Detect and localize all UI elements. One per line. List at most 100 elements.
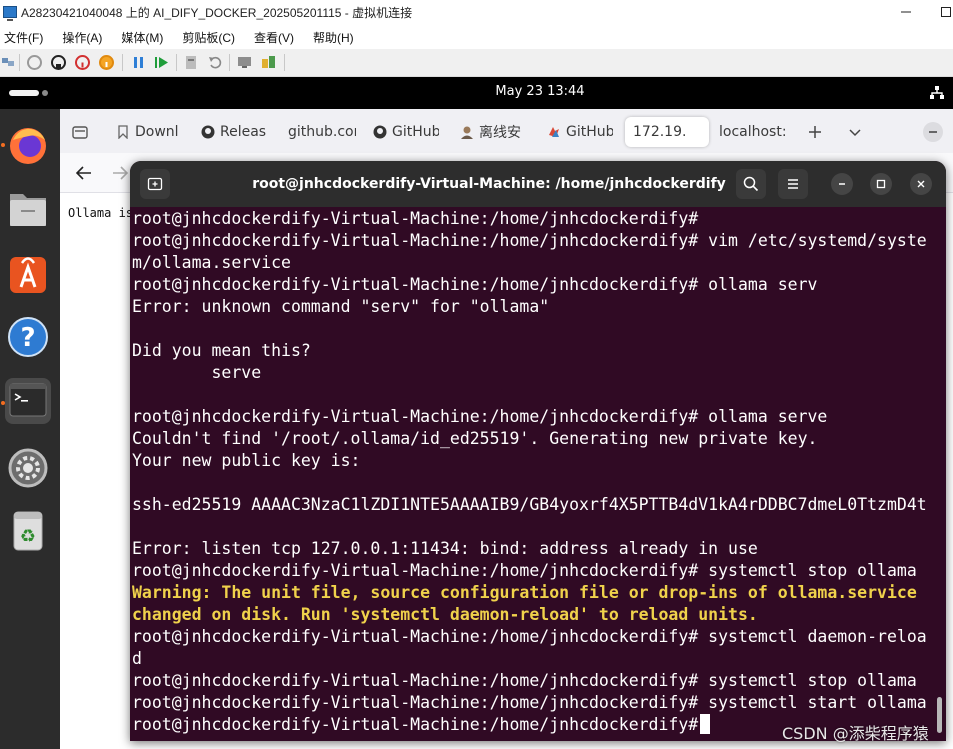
tab-label: github.cor: [288, 124, 356, 140]
text-cursor: [700, 714, 711, 734]
firefox-tab-strip: Downl Releas github.cor GitHub 离线安 GitHu…: [60, 109, 953, 153]
terminal-line: ssh-ed25519 AAAAC3NzaC1lZDI1NTE5AAAAIB9/…: [132, 495, 927, 514]
tab-overview-icon[interactable]: [72, 117, 92, 147]
terminal-output[interactable]: root@jnhcdockerdify-Virtual-Machine:/hom…: [130, 207, 946, 741]
terminal-warning-line: Warning: The unit file, source configura…: [132, 583, 917, 602]
terminal-line: root@jnhcdockerdify-Virtual-Machine:/hom…: [132, 561, 917, 580]
tab-label: GitHub: [392, 124, 439, 140]
menu-button[interactable]: [778, 169, 808, 199]
share-icon[interactable]: [261, 55, 276, 70]
tab-github-com[interactable]: github.cor: [288, 117, 356, 147]
ubuntu-top-bar: May 23 13:44: [0, 77, 953, 109]
terminal-line: root@jnhcdockerdify-Virtual-Machine:/hom…: [132, 627, 927, 646]
vm-connection-titlebar: A28230421040048 上的 AI_DIFY_DOCKER_202505…: [0, 0, 953, 24]
toolbar-separator: [176, 54, 177, 71]
turn-off-icon[interactable]: [51, 55, 66, 70]
search-button[interactable]: [736, 169, 766, 199]
maximize-button[interactable]: [870, 173, 892, 195]
minimize-icon[interactable]: [886, 0, 926, 24]
window-title: A28230421040048 上的 AI_DIFY_DOCKER_202505…: [21, 5, 413, 20]
terminal-line: root@jnhcdockerdify-Virtual-Machine:/hom…: [132, 275, 818, 294]
tab-label: 172.19.: [633, 124, 687, 140]
firefox-icon[interactable]: [5, 122, 51, 168]
tab-offline-install[interactable]: 离线安: [460, 117, 526, 147]
page-text: Ollama is: [68, 206, 134, 220]
github-icon: [201, 125, 215, 139]
terminal-header-bar: root@jnhcdockerdify-Virtual-Machine: /ho…: [130, 161, 946, 207]
hamburger-menu-icon: [788, 179, 798, 189]
checkpoint-icon[interactable]: [184, 55, 199, 70]
resume-icon[interactable]: [154, 55, 169, 70]
toolbar-separator: [19, 54, 20, 71]
network-icon[interactable]: [930, 85, 944, 99]
terminal-line: d: [132, 649, 142, 668]
download-icon: [118, 125, 128, 139]
tab-label: localhost:: [719, 124, 785, 140]
revert-icon[interactable]: [208, 55, 223, 70]
avatar-icon: [461, 126, 473, 139]
forward-arrow-icon[interactable]: [112, 165, 129, 185]
enhanced-session-icon[interactable]: [237, 55, 252, 70]
tab-172-19[interactable]: 172.19.: [625, 117, 709, 147]
menu-clipboard[interactable]: 剪贴板(C): [182, 29, 235, 46]
toolbar-separator: [122, 54, 123, 71]
help-icon[interactable]: ?: [5, 314, 51, 360]
terminal-line: serve: [132, 363, 262, 382]
start-icon[interactable]: [27, 55, 42, 70]
terminal-line: root@jnhcdockerdify-Virtual-Machine:/hom…: [132, 231, 927, 250]
gitee-icon: [549, 127, 559, 137]
menu-help[interactable]: 帮助(H): [313, 29, 354, 46]
minimize-icon[interactable]: [922, 117, 944, 147]
pause-icon[interactable]: [131, 55, 146, 70]
menu-media[interactable]: 媒体(M): [121, 29, 163, 46]
toolbar-separator: [229, 54, 230, 71]
trash-icon[interactable]: ♻: [5, 508, 51, 554]
ubuntu-dock: ? ♻: [0, 109, 60, 749]
close-button[interactable]: [910, 173, 932, 195]
terminal-line: Your new public key is:: [132, 451, 361, 470]
menu-file[interactable]: 文件(F): [4, 29, 43, 46]
terminal-line: root@jnhcdockerdify-Virtual-Machine:/hom…: [132, 693, 927, 712]
settings-icon[interactable]: [5, 444, 51, 490]
clock[interactable]: May 23 13:44: [0, 84, 953, 99]
back-arrow-icon[interactable]: [75, 165, 92, 185]
prompt-text: root@jnhcdockerdify-Virtual-Machine:/hom…: [132, 715, 699, 734]
terminal-line: Couldn't find '/root/.ollama/id_ed25519'…: [132, 429, 818, 448]
power-icon[interactable]: [99, 55, 114, 70]
shutdown-icon[interactable]: [75, 55, 90, 70]
tab-downloads[interactable]: Downl: [116, 117, 180, 147]
tab-label: 离线安: [479, 125, 521, 141]
terminal-warning-line: changed on disk. Run 'systemctl daemon-r…: [132, 605, 758, 624]
terminal-line: root@jnhcdockerdify-Virtual-Machine:/hom…: [132, 209, 699, 228]
minimize-button[interactable]: [831, 173, 853, 195]
minimize-icon: [839, 183, 845, 185]
tab-github-2[interactable]: GitHub: [547, 117, 613, 147]
new-tab-icon[interactable]: [808, 117, 826, 147]
terminal-window: root@jnhcdockerdify-Virtual-Machine: /ho…: [130, 161, 946, 741]
tab-localhost[interactable]: localhost:: [719, 117, 785, 147]
scrollbar-thumb[interactable]: [937, 697, 942, 733]
menu-action[interactable]: 操作(A): [62, 29, 102, 46]
terminal-lines: root@jnhcdockerdify-Virtual-Machine:/hom…: [132, 208, 942, 714]
menu-view[interactable]: 查看(V): [254, 29, 294, 46]
terminal-icon[interactable]: [5, 378, 51, 424]
ctrl-alt-del-icon[interactable]: [1, 55, 16, 70]
terminal-line: root@jnhcdockerdify-Virtual-Machine:/hom…: [132, 671, 917, 690]
maximize-icon[interactable]: [926, 0, 953, 24]
tab-label: Downl: [135, 124, 179, 140]
tab-releases[interactable]: Releas: [201, 117, 267, 147]
close-icon: [917, 180, 925, 188]
search-icon: [743, 176, 759, 192]
app-center-icon[interactable]: [5, 250, 51, 296]
terminal-line: Did you mean this?: [132, 341, 311, 360]
terminal-line: Error: listen tcp 127.0.0.1:11434: bind:…: [132, 539, 758, 558]
github-icon: [373, 125, 387, 139]
chevron-down-icon[interactable]: [848, 117, 866, 147]
tab-github-1[interactable]: GitHub: [373, 117, 439, 147]
files-icon[interactable]: [5, 186, 51, 232]
terminal-line: Error: unknown command "serv" for "ollam…: [132, 297, 550, 316]
